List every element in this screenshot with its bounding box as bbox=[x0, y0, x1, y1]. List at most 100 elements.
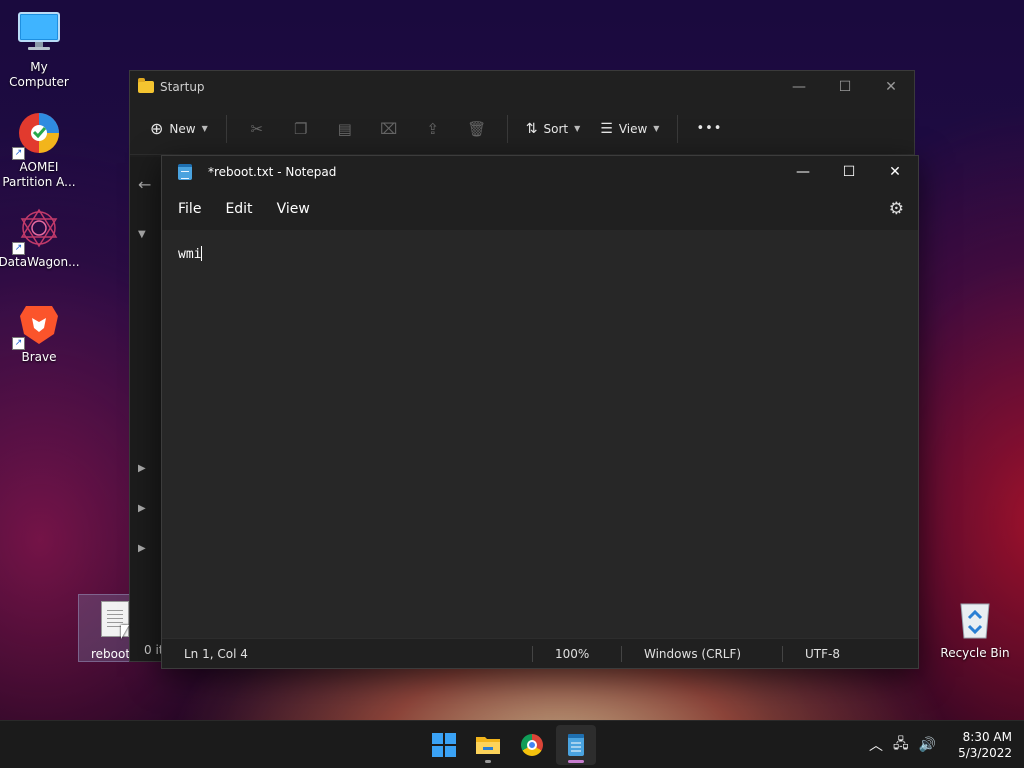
scissors-icon: ✂ bbox=[250, 119, 264, 138]
notepad-title: *reboot.txt - Notepad bbox=[208, 165, 337, 179]
network-icon[interactable]: 🖧 bbox=[893, 733, 909, 757]
chevron-right-icon[interactable]: ▶ bbox=[138, 463, 146, 474]
explorer-title: Startup bbox=[160, 80, 205, 94]
taskbar-notepad[interactable] bbox=[556, 725, 596, 765]
desktop-icon-label: AOMEI Partition A... bbox=[2, 160, 76, 189]
chevron-up-icon[interactable]: ︿ bbox=[869, 735, 883, 755]
chevron-right-icon[interactable]: ▶ bbox=[138, 503, 146, 514]
desktop-icon-datawagon[interactable]: ↗ DataWagon... bbox=[0, 205, 80, 270]
sort-arrows-icon: ⇅ bbox=[525, 120, 538, 137]
shortcut-arrow-icon: ↗ bbox=[12, 242, 25, 255]
back-arrow-icon[interactable]: ← bbox=[138, 175, 151, 194]
copy-button[interactable]: ❐ bbox=[281, 112, 321, 146]
running-indicator bbox=[568, 760, 584, 763]
close-icon: ✕ bbox=[889, 164, 901, 180]
clipboard-icon: ▤ bbox=[337, 119, 352, 138]
share-button[interactable]: ⇪ bbox=[413, 112, 453, 146]
new-button[interactable]: ⊕ New ▼ bbox=[142, 112, 216, 146]
share-icon: ⇪ bbox=[426, 119, 440, 138]
datawagon-icon: ↗ bbox=[12, 205, 62, 255]
brave-lion-icon: ↗ bbox=[12, 300, 62, 350]
explorer-titlebar[interactable]: Startup — ☐ ✕ bbox=[130, 71, 914, 103]
more-options-button[interactable]: ••• bbox=[688, 112, 730, 146]
close-icon: ✕ bbox=[885, 79, 897, 95]
menu-edit[interactable]: Edit bbox=[217, 195, 260, 223]
sort-button[interactable]: ⇅ Sort ▼ bbox=[518, 112, 589, 146]
notepad-statusbar: Ln 1, Col 4 100% Windows (CRLF) UTF-8 bbox=[162, 638, 918, 668]
notepad-icon bbox=[568, 734, 584, 756]
desktop-icon-label: DataWagon... bbox=[0, 255, 80, 269]
running-indicator bbox=[485, 760, 491, 763]
view-label: View bbox=[618, 121, 648, 136]
view-button[interactable]: ☰ View ▼ bbox=[592, 112, 667, 146]
more-dots-icon: ••• bbox=[696, 121, 723, 136]
chevron-down-icon: ▼ bbox=[574, 124, 581, 133]
close-button[interactable]: ✕ bbox=[868, 71, 914, 103]
chevron-right-icon[interactable]: ▶ bbox=[138, 543, 146, 554]
desktop-icon-label: My Computer bbox=[9, 60, 69, 89]
toolbar-divider bbox=[506, 114, 508, 143]
system-tray: ︿ 🖧 🔊 8:30 AM 5/3/2022 bbox=[869, 721, 1012, 768]
new-label: New bbox=[169, 121, 196, 136]
maximize-icon: ☐ bbox=[838, 79, 852, 95]
aomei-icon: ↗ bbox=[12, 110, 62, 160]
clock-date: 5/3/2022 bbox=[958, 746, 1012, 760]
start-button[interactable] bbox=[424, 725, 464, 765]
cut-button[interactable]: ✂ bbox=[237, 112, 277, 146]
clock[interactable]: 8:30 AM 5/3/2022 bbox=[958, 729, 1012, 761]
taskbar: ︿ 🖧 🔊 8:30 AM 5/3/2022 bbox=[0, 720, 1024, 768]
maximize-icon: ☐ bbox=[842, 164, 856, 180]
maximize-button[interactable]: ☐ bbox=[822, 71, 868, 103]
shortcut-arrow-icon: ↗ bbox=[12, 337, 25, 350]
delete-button[interactable]: 🗑 bbox=[457, 112, 497, 146]
desktop-icon-my-computer[interactable]: My Computer bbox=[0, 10, 78, 90]
windows-logo-icon bbox=[432, 733, 456, 757]
clock-time: 8:30 AM bbox=[962, 730, 1012, 744]
minimize-icon: — bbox=[792, 79, 806, 95]
taskbar-chrome[interactable] bbox=[512, 725, 552, 765]
monitor-icon bbox=[16, 10, 62, 56]
text-caret bbox=[201, 246, 203, 261]
chevron-down-icon: ▼ bbox=[201, 124, 208, 133]
paste-button[interactable]: ▤ bbox=[325, 112, 365, 146]
status-line-ending: Windows (CRLF) bbox=[644, 646, 742, 661]
trash-icon: 🗑 bbox=[467, 119, 487, 138]
settings-gear-icon[interactable]: ⚙ bbox=[889, 199, 904, 219]
rename-icon: ⌧ bbox=[380, 119, 398, 138]
menu-file[interactable]: File bbox=[170, 195, 209, 223]
notepad-icon bbox=[178, 164, 192, 180]
desktop-icon-brave[interactable]: ↗ Brave bbox=[0, 300, 78, 365]
taskbar-file-explorer[interactable] bbox=[468, 725, 508, 765]
toolbar-divider bbox=[677, 114, 679, 143]
speaker-icon[interactable]: 🔊 bbox=[919, 737, 936, 753]
toolbar-divider bbox=[225, 114, 227, 143]
status-zoom: 100% bbox=[555, 646, 590, 661]
status-cursor-position: Ln 1, Col 4 bbox=[184, 646, 248, 661]
minimize-button[interactable]: — bbox=[776, 71, 822, 103]
explorer-toolbar: ⊕ New ▼ ✂ ❐ ▤ ⌧ ⇪ 🗑 ⇅ Sort ▼ ☰ View ▼ ••… bbox=[130, 103, 914, 155]
notepad-text-area[interactable]: wmi bbox=[162, 230, 918, 638]
maximize-button[interactable]: ☐ bbox=[826, 156, 872, 188]
chrome-icon bbox=[521, 734, 543, 756]
desktop-icon-recycle-bin[interactable]: Recycle Bin bbox=[936, 596, 1014, 661]
menu-view[interactable]: View bbox=[269, 195, 318, 223]
chevron-down-icon: ▼ bbox=[653, 124, 660, 133]
recycle-bin-icon bbox=[952, 596, 998, 642]
notepad-window[interactable]: *reboot.txt - Notepad — ☐ ✕ File Edit Vi… bbox=[161, 155, 919, 669]
desktop-file-label: reboot. bbox=[91, 647, 134, 661]
list-view-icon: ☰ bbox=[600, 120, 613, 137]
close-button[interactable]: ✕ bbox=[872, 156, 918, 188]
sort-label: Sort bbox=[543, 121, 569, 136]
copy-icon: ❐ bbox=[294, 119, 308, 138]
plus-circle-icon: ⊕ bbox=[150, 119, 164, 138]
editor-content: wmi bbox=[178, 247, 202, 262]
folder-icon bbox=[138, 78, 154, 93]
notepad-titlebar[interactable]: *reboot.txt - Notepad — ☐ ✕ bbox=[162, 156, 918, 188]
minimize-button[interactable]: — bbox=[780, 156, 826, 188]
mouse-cursor-icon bbox=[121, 625, 129, 639]
rename-button[interactable]: ⌧ bbox=[369, 112, 409, 146]
desktop-icon-aomei[interactable]: ↗ AOMEI Partition A... bbox=[0, 110, 78, 190]
explorer-nav-pane: ← ▼ ▶ ▶ ▶ bbox=[130, 157, 162, 661]
chevron-down-icon[interactable]: ▼ bbox=[138, 229, 146, 240]
file-explorer-icon bbox=[476, 737, 500, 754]
